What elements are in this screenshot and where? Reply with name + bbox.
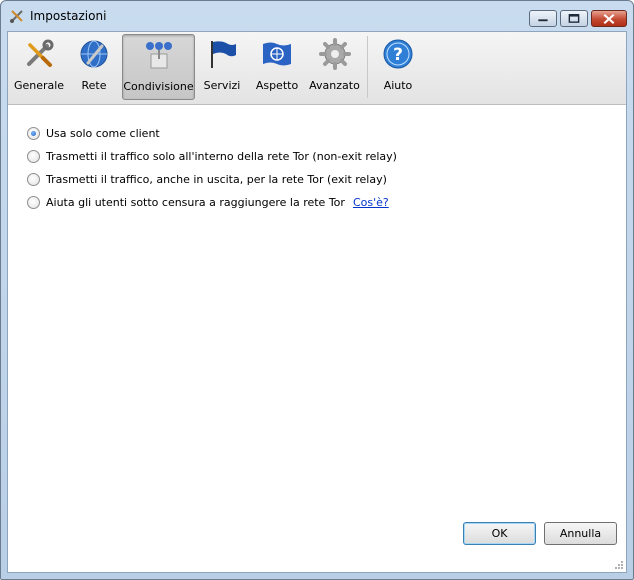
radio-label: Aiuta gli utenti sotto censura a raggiun… [46,196,345,209]
svg-text:?: ? [393,45,403,65]
tab-generale[interactable]: Generale [12,34,66,100]
settings-window: Impostazioni Generale Rete Condivisione … [0,0,634,580]
help-icon: ? [383,39,413,69]
close-icon [603,14,615,25]
tab-label: Generale [13,79,65,92]
radio-label: Usa solo come client [46,127,160,140]
cancel-button[interactable]: Annulla [544,522,617,545]
settings-content: Generale Rete Condivisione Servizi Aspet… [7,31,627,573]
radio-label: Trasmetti il traffico, anche in uscita, … [46,173,387,186]
tab-aiuto[interactable]: ? Aiuto [374,34,422,100]
tab-label: Avanzato [309,79,360,92]
radio-button[interactable] [27,150,40,163]
resize-grip-icon[interactable] [614,560,624,570]
maximize-button[interactable] [560,10,588,27]
share-relay-icon [145,42,172,69]
title-bar[interactable]: Impostazioni [1,1,633,31]
tab-condivisione[interactable]: Condivisione [122,34,195,100]
whats-this-link[interactable]: Cos'è? [353,196,389,209]
radio-button[interactable] [27,196,40,209]
radio-button[interactable] [27,173,40,186]
settings-toolbar: Generale Rete Condivisione Servizi Aspet… [8,32,626,105]
ok-button[interactable]: OK [463,522,536,545]
gear-icon [318,38,351,70]
radio-label: Trasmetti il traffico solo all'interno d… [46,150,397,163]
flag-icon [211,41,236,68]
maximize-icon [568,14,580,23]
tab-aspetto[interactable]: Aspetto [251,34,303,100]
tab-avanzato[interactable]: Avanzato [307,34,362,100]
close-button[interactable] [591,10,627,27]
tab-rete[interactable]: Rete [70,34,118,100]
tab-label: Aspetto [255,79,299,92]
minimize-icon [538,19,548,22]
radio-button[interactable] [27,127,40,140]
minimize-button[interactable] [529,10,557,27]
wrench-screwdriver-icon [27,39,54,67]
tab-label: Aiuto [383,79,413,92]
network-globe-icon [80,40,108,68]
toolbar-separator [367,36,368,98]
window-title: Impostazioni [30,9,107,23]
tools-icon [10,10,23,23]
tab-label: Rete [81,79,107,92]
tab-servizi[interactable]: Servizi [199,34,245,100]
un-flag-icon [263,42,291,66]
tab-label: Servizi [203,79,241,92]
radio-label-with-link: Aiuta gli utenti sotto censura a raggiun… [46,196,389,209]
tab-label: Condivisione [123,80,194,93]
